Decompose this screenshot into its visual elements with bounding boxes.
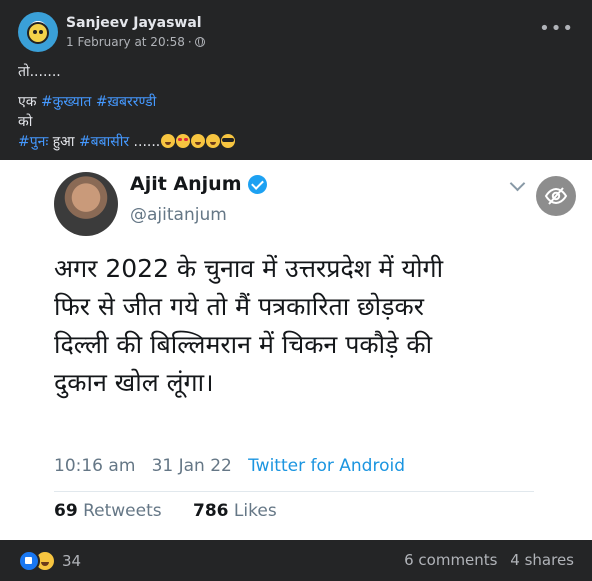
reactions-summary[interactable]: 34 (18, 550, 81, 572)
laughing-face-icon (161, 134, 176, 148)
like-icon (18, 550, 40, 572)
hashtag-link[interactable]: #पुनः (18, 134, 48, 150)
grinning-face-icon (206, 134, 221, 148)
meta-separator: · (187, 35, 192, 49)
hashtag-link[interactable]: #बबासीर (79, 134, 129, 150)
post-text: तो....... एक #कुख्यात #ख़बररण्डी को #पुन… (18, 62, 236, 152)
heart-eyes-face-icon (176, 134, 191, 148)
comments-link[interactable]: 6 comments (404, 551, 497, 569)
tweet-date: 31 Jan 22 (151, 456, 232, 476)
author-name[interactable]: Sanjeev Jayaswal (66, 14, 205, 32)
verified-badge-icon (247, 174, 267, 194)
tweet-body-line: दिल्ली की बिल्लिमरान में चिकन पकौड़े की (54, 330, 433, 359)
post-timestamp[interactable]: 1 February at 20:58 (66, 34, 185, 50)
shares-link[interactable]: 4 shares (510, 551, 574, 569)
post-text-line-2: एक #कुख्यात #ख़बररण्डी (18, 92, 235, 112)
post-text-line-4: #पुनः हुआ #बबासीर ...... (18, 132, 236, 152)
post-text-fragment: ...... (129, 134, 161, 150)
tweet-client: Twitter for Android (248, 456, 405, 476)
tweet-time: 10:16 am (54, 456, 136, 476)
rolling-laughing-face-icon (191, 134, 206, 148)
post-meta: 1 February at 20:58 · (66, 34, 205, 50)
retweets-label: Retweets (83, 501, 162, 521)
post-text-fragment: एक (18, 94, 41, 110)
hashtag-link[interactable]: #ख़बररण्डी (96, 94, 156, 110)
globe-icon (194, 37, 205, 47)
footer-links: 6 comments 4 shares (404, 551, 574, 569)
post-text-fragment: हुआ (48, 134, 79, 150)
post-text-line-1: तो....... (18, 64, 61, 80)
tweet-body-line: दुकान खोल लूंगा। (54, 368, 214, 397)
more-options-button[interactable]: ••• (539, 20, 574, 38)
eye-slash-icon (544, 187, 568, 205)
likes-count: 786 (193, 501, 229, 521)
tweet-body: अगर 2022 के चुनाव में उत्तरप्रदेश में यो… (54, 250, 534, 402)
post-footer: 34 6 comments 4 shares (0, 540, 592, 581)
sunglasses-face-icon (221, 134, 236, 148)
tweet-body-line: अगर 2022 के चुनाव में उत्तरप्रदेश में यो… (54, 254, 444, 283)
hide-eye-button[interactable] (536, 176, 576, 216)
tweet-body-line: फिर से जीत गये तो मैं पत्रकारिता छोड़कर (54, 292, 424, 321)
reaction-count: 34 (62, 552, 82, 570)
tweet-author-name: Ajit Anjum (130, 173, 242, 195)
retweets-count: 69 (54, 501, 78, 521)
post-header: Sanjeev Jayaswal 1 February at 20:58 · (18, 12, 205, 52)
tweet-avatar (54, 172, 118, 236)
tweet-divider (54, 491, 534, 492)
hashtag-link[interactable]: #कुख्यात (41, 94, 91, 110)
likes-label: Likes (233, 501, 277, 521)
tweet-meta: 10:16 am 31 Jan 22 Twitter for Android (54, 456, 405, 476)
tweet-handle: @ajitanjum (130, 205, 227, 225)
post-header-text: Sanjeev Jayaswal 1 February at 20:58 · (66, 14, 205, 50)
post-text-line-3: को (18, 114, 33, 130)
author-avatar[interactable] (18, 12, 58, 52)
tweet-author: Ajit Anjum (130, 173, 267, 195)
tweet-stats: 69 Retweets 786 Likes (54, 501, 277, 521)
